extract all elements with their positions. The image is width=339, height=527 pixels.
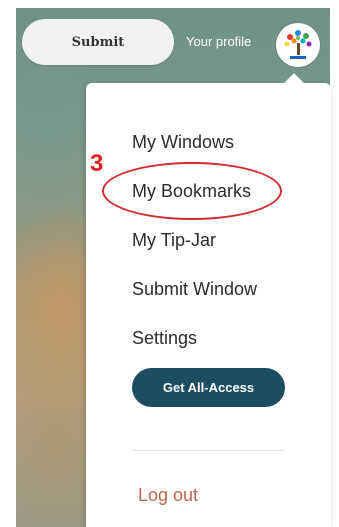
submit-button[interactable]: Submit [22, 19, 174, 65]
profile-avatar[interactable] [276, 23, 320, 67]
tree-logo-icon [284, 30, 312, 59]
get-all-access-button[interactable]: Get All-Access [132, 368, 285, 407]
step-number-annotation: 3 [90, 150, 104, 177]
log-out-link[interactable]: Log out [138, 485, 198, 506]
menu-item-my-tip-jar[interactable]: My Tip-Jar [132, 230, 216, 251]
menu-item-settings[interactable]: Settings [132, 328, 197, 349]
menu-item-submit-window[interactable]: Submit Window [132, 279, 257, 300]
menu-divider [132, 450, 285, 451]
menu-item-my-windows[interactable]: My Windows [132, 132, 234, 153]
highlight-ellipse-annotation [102, 162, 282, 220]
your-profile-link[interactable]: Your profile [186, 34, 251, 49]
